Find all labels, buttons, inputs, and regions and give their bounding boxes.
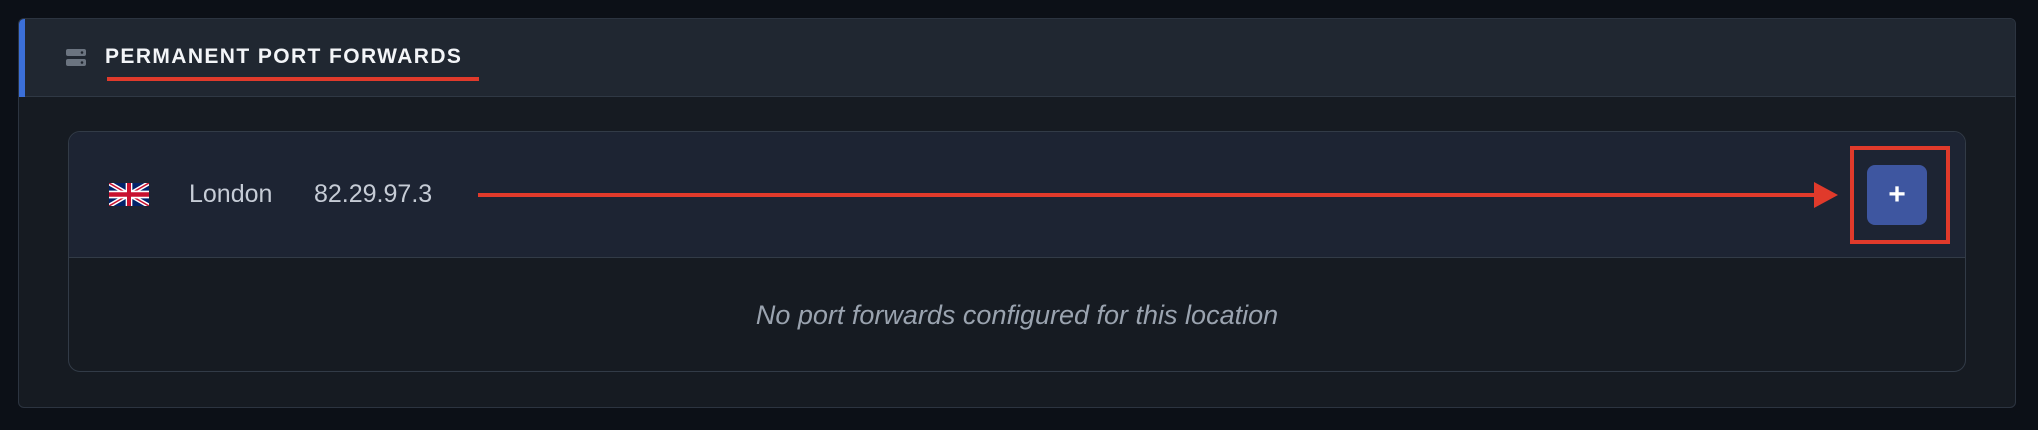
- uk-flag-icon: [108, 180, 150, 209]
- location-ip: 82.29.97.3: [314, 180, 433, 208]
- location-card: London 82.29.97.3 + No port forwards con…: [68, 131, 1966, 372]
- panel-header: PERMANENT PORT FORWARDS: [19, 19, 2015, 97]
- empty-state-message: No port forwards configured for this loc…: [755, 300, 1279, 330]
- annotation-arrow-line: [478, 193, 1818, 197]
- location-name: London: [189, 180, 273, 208]
- accent-bar: [19, 19, 25, 97]
- port-forwards-panel: PERMANENT PORT FORWARDS London 82.29.97.…: [18, 18, 2016, 408]
- title-underline-annotation: [107, 77, 479, 81]
- add-port-forward-button[interactable]: +: [1867, 165, 1927, 225]
- annotation-arrow-head: [1814, 182, 1838, 208]
- panel-title: PERMANENT PORT FORWARDS: [105, 45, 463, 68]
- server-stack-icon: [65, 47, 87, 69]
- location-row: London 82.29.97.3 +: [69, 132, 1965, 258]
